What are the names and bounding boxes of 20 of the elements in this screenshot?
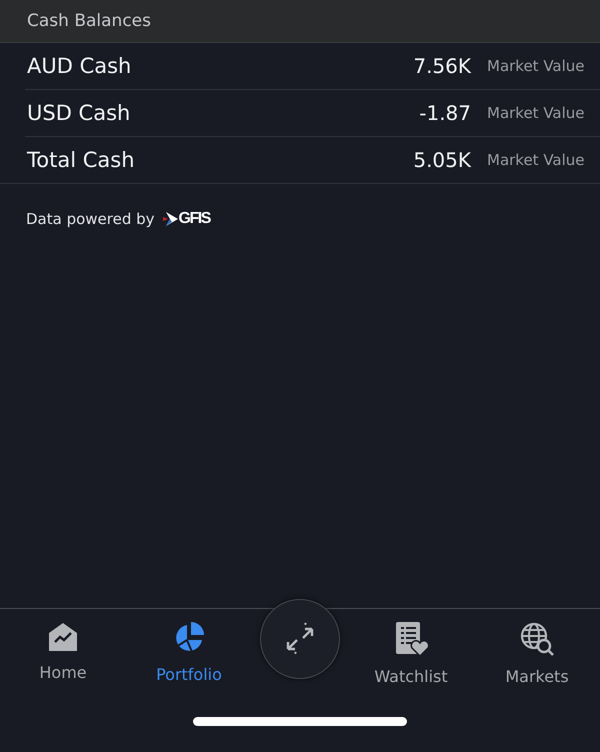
- logo-text: GFIS: [178, 210, 210, 228]
- globe-search-icon: [519, 621, 555, 657]
- row-value: 7.56K: [413, 54, 471, 78]
- tab[interactable]: Portfolio: [134, 617, 244, 684]
- row-value: -1.87: [419, 101, 471, 125]
- section-title: Cash Balances: [27, 11, 151, 31]
- row-caption: Market Value: [486, 104, 586, 122]
- attribution-text: Data powered by: [26, 210, 155, 228]
- tab[interactable]: Home: [8, 617, 118, 682]
- tab[interactable]: Markets: [482, 617, 592, 686]
- list-heart-icon: [393, 621, 429, 657]
- row-label: AUD Cash: [26, 54, 132, 78]
- house-chart-icon: [47, 621, 79, 653]
- row-label: USD Cash: [26, 101, 132, 125]
- row-caption: Market Value: [486, 151, 586, 169]
- row-value: 5.05K: [413, 148, 471, 172]
- arrow-logo-icon: [162, 211, 179, 227]
- row-label: Total Cash: [26, 148, 136, 172]
- row-caption: Market Value: [486, 57, 586, 75]
- tab[interactable]: Watchlist: [356, 617, 466, 686]
